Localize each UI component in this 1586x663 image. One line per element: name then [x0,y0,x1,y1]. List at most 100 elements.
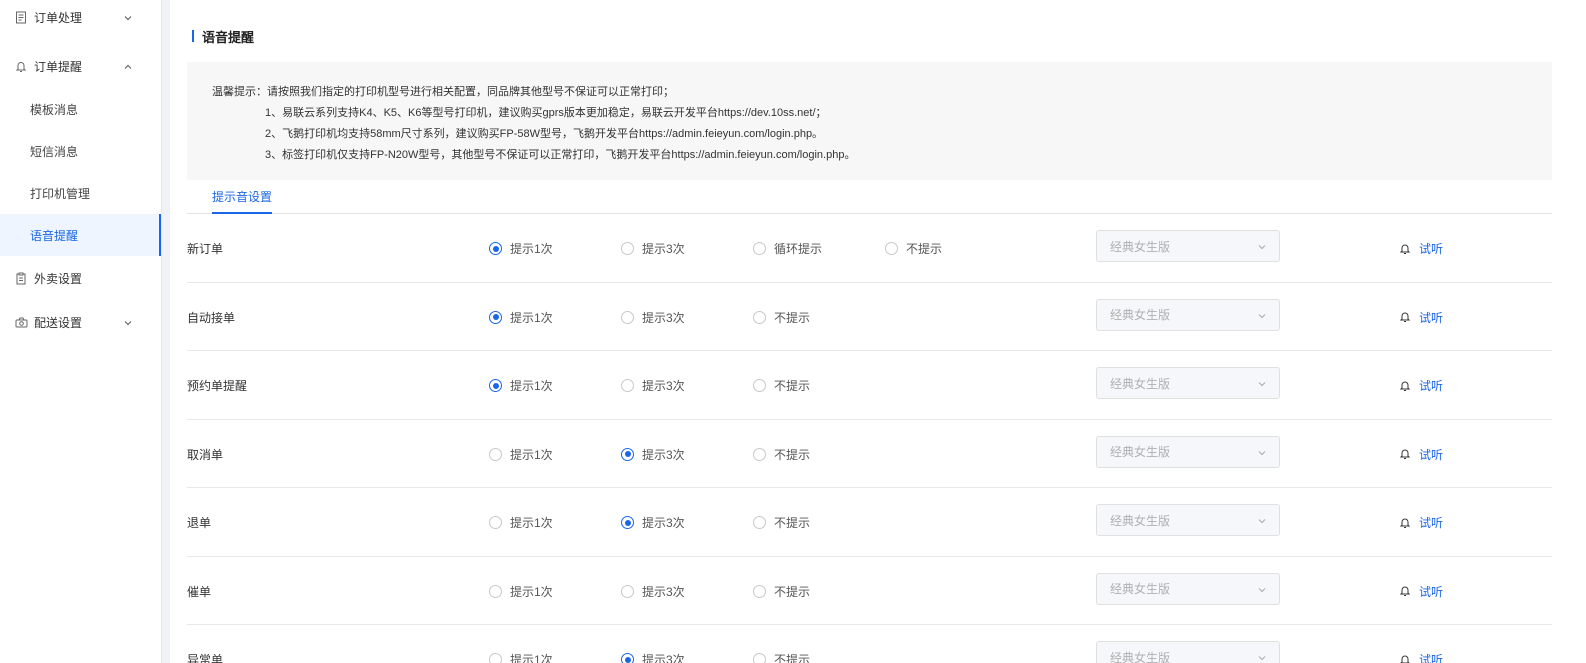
radio-label: 循环提示 [774,242,823,256]
tips-line: 1、易联云系列支持K4、K5、K6等型号打印机，建议购买gprs版本更加稳定，易… [265,107,827,119]
menu-group-order-reminder[interactable]: 订单提醒 [0,44,161,88]
radio-circle [489,447,502,461]
radio-label: 不提示 [774,516,811,530]
reminder-row-label: 退单 [187,516,212,530]
tips-line: 3、标签打印机仅支持FP-N20W型号，其他型号不保证可以正常打印，飞鹅开发平台… [265,149,856,161]
sidebar-item-sms-message[interactable]: 短信消息 [0,130,161,172]
listen-button[interactable]: 试听 [1399,309,1443,326]
sidebar-item-label: 打印机管理 [30,186,91,201]
radio-circle [489,653,502,663]
radio-none[interactable]: 不提示 [753,446,810,463]
voice-select[interactable]: 经典女生版 [1096,367,1280,399]
tips-panel: 温馨提示：请按照我们指定的打印机型号进行相关配置，同品牌其他型号不保证可以正常打… [187,62,1552,180]
radio-none[interactable]: 不提示 [753,309,810,326]
reminder-row: 取消单 提示1次 提示3次 不提示 经典女生版 试听 [187,420,1552,488]
radio-circle [489,310,502,324]
bell-icon [1399,311,1411,323]
radio-thrice[interactable]: 提示3次 [621,583,685,600]
listen-button[interactable]: 试听 [1399,651,1443,663]
radio-circle [621,447,634,461]
radio-thrice[interactable]: 提示3次 [621,309,685,326]
radio-label: 提示1次 [510,379,553,393]
radio-circle [753,379,766,392]
radio-none[interactable]: 不提示 [753,514,810,531]
bell-icon [14,59,28,73]
radio-label: 不提示 [774,447,811,462]
voice-select[interactable]: 经典女生版 [1096,641,1280,663]
sidebar-item-voice-reminder[interactable]: 语音提醒 [0,214,161,256]
menu-group-label: 订单处理 [34,10,83,25]
radio-thrice[interactable]: 提示3次 [621,446,685,463]
chevron-down-icon [1257,447,1267,457]
chevron-down-icon [1257,378,1267,388]
radio-thrice[interactable]: 提示3次 [621,377,685,394]
radio-label: 不提示 [774,379,811,393]
radio-circle [489,379,502,392]
listen-button[interactable]: 试听 [1399,240,1443,257]
listen-label: 试听 [1419,379,1444,393]
sidebar-item-printer-management[interactable]: 打印机管理 [0,172,161,214]
radio-label: 不提示 [774,584,811,599]
menu-group-delivery-settings[interactable]: 配送设置 [0,300,161,344]
listen-button[interactable]: 试听 [1399,514,1443,531]
menu-group-label: 配送设置 [34,315,83,330]
radio-none[interactable]: 不提示 [885,240,942,257]
radio-none[interactable]: 不提示 [753,651,810,663]
radio-once[interactable]: 提示1次 [489,309,553,326]
voice-select[interactable]: 经典女生版 [1096,230,1280,262]
chevron-down-icon [1257,515,1267,525]
menu-group-order-processing[interactable]: 订单处理 [0,0,161,34]
radio-none[interactable]: 不提示 [753,583,810,600]
radio-once[interactable]: 提示1次 [489,446,553,463]
radio-none[interactable]: 不提示 [753,377,810,394]
reminder-settings-list: 新订单 提示1次 提示3次 循环提示 不提示 经典女生版 试听 自动接单 提示1次 提示3次 不提示… [187,214,1552,663]
radio-loop[interactable]: 循环提示 [753,240,822,257]
sidebar-item-template-message[interactable]: 模板消息 [0,88,161,130]
reminder-row: 催单 提示1次 提示3次 不提示 经典女生版 试听 [187,557,1552,625]
voice-select-value: 经典女生版 [1110,308,1171,322]
listen-button[interactable]: 试听 [1399,583,1443,600]
radio-label: 提示3次 [642,653,685,663]
tips-line: 温馨提示：请按照我们指定的打印机型号进行相关配置，同品牌其他型号不保证可以正常打… [212,86,674,98]
radio-circle [489,516,502,529]
reminder-row: 新订单 提示1次 提示3次 循环提示 不提示 经典女生版 试听 [187,214,1552,283]
listen-label: 试听 [1419,310,1444,325]
radio-label: 不提示 [774,310,811,325]
chevron-down-icon [1257,652,1267,662]
voice-select[interactable]: 经典女生版 [1096,504,1280,536]
radio-once[interactable]: 提示1次 [489,377,553,394]
radio-circle [753,242,766,255]
menu-group-label: 订单提醒 [34,59,83,74]
listen-button[interactable]: 试听 [1399,446,1443,463]
radio-once[interactable]: 提示1次 [489,651,553,663]
radio-thrice[interactable]: 提示3次 [621,240,685,257]
radio-thrice[interactable]: 提示3次 [621,651,685,663]
radio-thrice[interactable]: 提示3次 [621,514,685,531]
listen-button[interactable]: 试听 [1399,377,1443,394]
voice-select[interactable]: 经典女生版 [1096,572,1280,605]
radio-label: 提示3次 [642,379,685,393]
radio-once[interactable]: 提示1次 [489,514,553,531]
voice-select[interactable]: 经典女生版 [1096,298,1280,331]
radio-label: 提示3次 [642,447,685,462]
bell-icon [1399,517,1411,529]
voice-select[interactable]: 经典女生版 [1096,435,1280,468]
radio-once[interactable]: 提示1次 [489,583,553,600]
reminder-row: 异常单 提示1次 提示3次 不提示 经典女生版 试听 [187,625,1552,663]
radio-once[interactable]: 提示1次 [489,240,553,257]
document-icon [14,10,28,24]
radio-label: 提示3次 [642,516,685,530]
radio-circle [621,516,634,529]
tab-sound-settings[interactable]: 提示音设置 [212,188,273,214]
sidebar-item-label: 短信消息 [30,144,79,159]
page-title-text: 语音提醒 [202,29,255,45]
sidebar-item-label: 语音提醒 [30,228,79,243]
voice-select-value: 经典女生版 [1110,239,1171,254]
menu-group-takeout-settings[interactable]: 外卖设置 [0,256,161,300]
radio-circle [489,242,502,255]
sidebar: 订单处理 订单提醒 模板消息 短信消息 打印机管理 语音提醒 外卖设置 配送设置 [0,0,162,663]
radio-label: 提示1次 [510,447,553,462]
title-accent-bar [192,30,194,42]
main-content: 语音提醒 温馨提示：请按照我们指定的打印机型号进行相关配置，同品牌其他型号不保证… [170,0,1586,663]
voice-select-value: 经典女生版 [1110,445,1171,459]
